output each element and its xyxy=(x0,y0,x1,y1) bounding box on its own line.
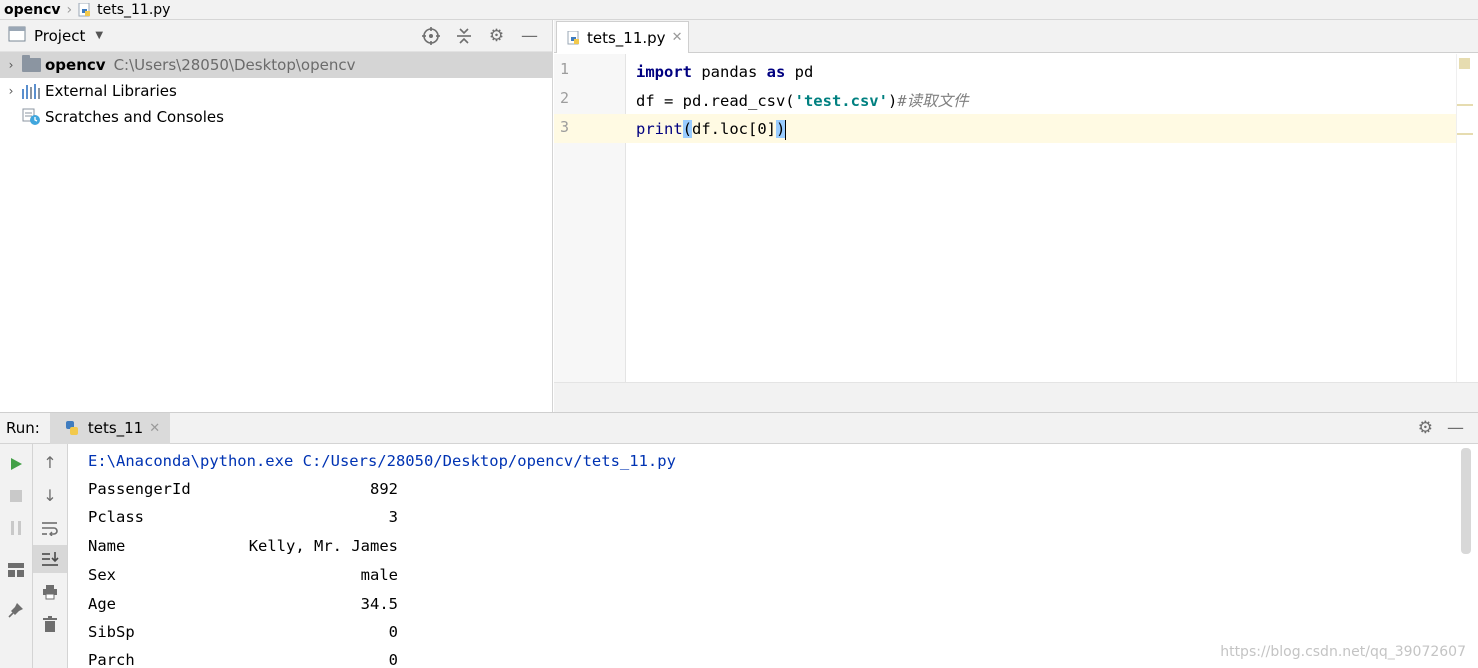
code-line-3[interactable]: print(df.loc[0]) xyxy=(636,115,787,144)
chevron-right-icon[interactable]: › xyxy=(0,84,22,98)
stop-button[interactable] xyxy=(0,482,32,510)
gear-icon[interactable]: ⚙ xyxy=(480,24,513,48)
tree-item-label: opencv xyxy=(45,56,106,74)
tree-item-scratches[interactable]: Scratches and Consoles xyxy=(0,104,552,130)
console-output-row: Parch 0 xyxy=(88,651,398,668)
arrow-down-icon[interactable]: ↓ xyxy=(33,481,67,509)
editor-breadcrumbs-bar xyxy=(554,382,1478,412)
breadcrumb-separator: › xyxy=(66,1,73,18)
console-command-line: E:\Anaconda\python.exe C:/Users/28050/De… xyxy=(88,452,676,470)
python-file-icon xyxy=(567,30,581,45)
console-output-row: Name Kelly, Mr. James xyxy=(88,537,398,555)
inspection-status-icon[interactable] xyxy=(1459,58,1470,69)
hide-panel-icon[interactable]: — xyxy=(1447,418,1464,438)
project-panel: Project ▼ ⚙ — › opencv C:\Users\28050\De… xyxy=(0,20,553,412)
editor-tab-bar: tets_11.py ✕ xyxy=(554,20,1478,53)
tree-item-label: Scratches and Consoles xyxy=(45,108,224,126)
collapse-all-icon[interactable] xyxy=(447,24,480,48)
close-icon[interactable]: ✕ xyxy=(672,30,683,45)
console-output-row: Pclass 3 xyxy=(88,508,398,526)
print-icon[interactable] xyxy=(33,578,67,606)
editor-tab-tets-11[interactable]: tets_11.py ✕ xyxy=(556,21,689,53)
console-scrollbar[interactable] xyxy=(1461,448,1471,554)
line-number: 1 xyxy=(560,60,570,78)
library-icon xyxy=(22,83,41,99)
console-toolbar: ↑ ↓ xyxy=(33,444,68,668)
warning-marker[interactable] xyxy=(1457,104,1473,106)
console-output-row: Sex male xyxy=(88,566,398,584)
error-stripe[interactable] xyxy=(1456,54,1478,382)
project-panel-title[interactable]: Project xyxy=(34,27,85,45)
warning-marker[interactable] xyxy=(1457,133,1473,135)
console-output[interactable]: E:\Anaconda\python.exe C:/Users/28050/De… xyxy=(68,444,1458,668)
run-panel-header: Run: tets_11 ✕ ⚙ — xyxy=(0,412,1478,444)
run-tab-tets-11[interactable]: tets_11 ✕ xyxy=(49,412,170,444)
breadcrumb-project[interactable]: opencv xyxy=(4,2,61,18)
gear-icon[interactable]: ⚙ xyxy=(1418,418,1433,438)
console-output-row: Age 34.5 xyxy=(88,595,398,613)
run-tab-label: tets_11 xyxy=(87,419,144,437)
python-icon xyxy=(64,420,80,436)
rerun-button[interactable] xyxy=(0,450,32,478)
code-line-1[interactable]: import pandas as pd xyxy=(636,58,813,87)
console-output-row: SibSp 0 xyxy=(88,623,398,641)
python-file-icon xyxy=(78,2,92,17)
console-output-row: PassengerId 892 xyxy=(88,480,398,498)
text-caret xyxy=(785,119,787,140)
code-line-2[interactable]: df = pd.read_csv('test.csv')#读取文件 xyxy=(636,87,969,116)
run-toolbar xyxy=(0,444,33,668)
chevron-down-icon[interactable]: ▼ xyxy=(95,30,103,41)
tree-item-label: External Libraries xyxy=(45,82,177,100)
pause-button[interactable] xyxy=(0,514,32,542)
pin-icon[interactable] xyxy=(0,596,32,624)
scroll-to-end-icon[interactable] xyxy=(33,545,67,573)
tree-item-opencv[interactable]: › opencv C:\Users\28050\Desktop\opencv xyxy=(0,52,552,78)
tree-item-external-libraries[interactable]: › External Libraries xyxy=(0,78,552,104)
line-number: 3 xyxy=(560,118,570,136)
editor-tab-label: tets_11.py xyxy=(587,28,666,47)
close-icon[interactable]: ✕ xyxy=(149,421,160,436)
watermark: https://blog.csdn.net/qq_39072607 xyxy=(1220,644,1466,660)
project-panel-header: Project ▼ ⚙ — xyxy=(0,20,552,52)
line-number: 2 xyxy=(560,89,570,107)
project-view-icon xyxy=(8,26,26,46)
trash-icon[interactable] xyxy=(33,610,67,638)
restore-layout-icon[interactable] xyxy=(0,556,32,584)
scratches-icon xyxy=(22,108,41,126)
hide-panel-icon[interactable]: — xyxy=(513,24,546,48)
chevron-right-icon[interactable]: › xyxy=(0,58,22,72)
run-panel-title: Run: xyxy=(6,419,40,437)
breadcrumb-file[interactable]: tets_11.py xyxy=(97,2,170,18)
tree-item-path: C:\Users\28050\Desktop\opencv xyxy=(113,56,356,74)
arrow-up-icon[interactable]: ↑ xyxy=(33,448,67,476)
locate-icon[interactable] xyxy=(414,24,447,48)
navigation-bar: opencv › tets_11.py xyxy=(0,0,1478,20)
soft-wrap-icon[interactable] xyxy=(33,514,67,542)
folder-icon xyxy=(22,55,41,72)
